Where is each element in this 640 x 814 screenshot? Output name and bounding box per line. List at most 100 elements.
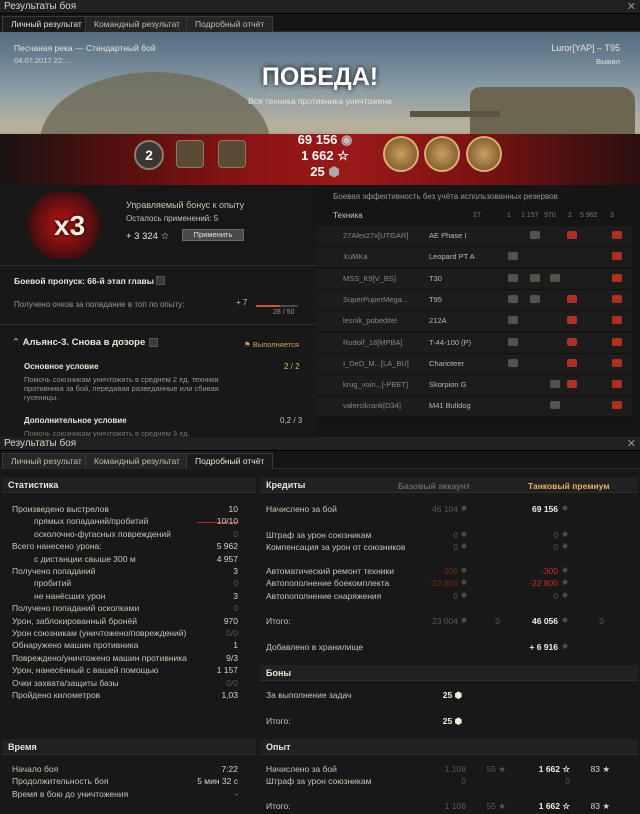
team-row: krug_voin...[-PBET] Skorpion G bbox=[317, 375, 632, 397]
credit-icon: ◉ bbox=[460, 592, 467, 599]
team-header: Боевая эффективность без учёта использов… bbox=[333, 192, 558, 201]
close-icon[interactable]: ✕ bbox=[627, 0, 636, 13]
credit-label: Штраф за урон союзникам bbox=[266, 530, 372, 540]
bonus-xp: + 3 324 ☆ bbox=[126, 231, 170, 242]
mission-title: ⌃ Альянс-3. Снова в дозоре bbox=[12, 337, 146, 348]
credit-label: Автопополнение снаряжения bbox=[266, 591, 382, 601]
stat-value: 1,03 bbox=[221, 690, 238, 700]
effect-icon[interactable] bbox=[612, 358, 622, 367]
effect-icon[interactable] bbox=[612, 337, 622, 346]
credit-icon: ◉ bbox=[460, 567, 467, 574]
effect-icon[interactable] bbox=[612, 380, 622, 389]
effect-icon[interactable] bbox=[612, 401, 622, 410]
credit-icon: ◉ bbox=[561, 567, 568, 574]
stat-label: Всего нанесено урона: bbox=[12, 541, 102, 552]
achievement-icon[interactable] bbox=[176, 140, 204, 168]
window-title: Результаты боя bbox=[4, 438, 77, 449]
apply-bonus-button[interactable]: Применить bbox=[182, 229, 244, 241]
col-header: 1 bbox=[507, 212, 511, 219]
effect-icon[interactable] bbox=[550, 401, 560, 410]
chevron-right-icon[interactable] bbox=[156, 276, 165, 285]
effect-icon[interactable] bbox=[508, 316, 518, 325]
map-name: Песчаная река — Стандартный бой bbox=[14, 43, 156, 53]
effect-icon[interactable] bbox=[530, 294, 540, 303]
medal-icon[interactable] bbox=[424, 136, 460, 172]
stat-value: 10 bbox=[228, 504, 238, 514]
exp-premium-free: 83 ★ bbox=[590, 801, 610, 811]
effect-icon[interactable] bbox=[567, 294, 577, 303]
stat-value: 9/3 bbox=[226, 652, 238, 663]
player-name: MSS_K9[V_BS] bbox=[343, 273, 396, 283]
col-header: 2 bbox=[568, 212, 572, 219]
tab-detailed[interactable]: Подробный отчёт bbox=[186, 453, 274, 469]
effect-icon[interactable] bbox=[508, 337, 518, 346]
close-icon[interactable]: ✕ bbox=[627, 437, 636, 450]
effect-icon[interactable] bbox=[530, 231, 540, 239]
bonds-base: 0 bbox=[495, 616, 500, 626]
time-label: Начало боя bbox=[12, 764, 59, 774]
tab-team[interactable]: Командный результат bbox=[85, 453, 189, 469]
bonds-label: Итого: bbox=[266, 716, 291, 726]
effect-icon[interactable] bbox=[567, 380, 577, 389]
tab-bar: Личный результат Командный результат Под… bbox=[0, 15, 640, 32]
credit-premium: -22 800 bbox=[529, 578, 558, 588]
tab-personal[interactable]: Личный результат bbox=[2, 453, 91, 469]
medal-icon[interactable] bbox=[383, 136, 419, 172]
stat-label: с дистанции свыше 300 м bbox=[34, 553, 136, 564]
player-name: 27Alex27x[UTGAR] bbox=[343, 231, 409, 240]
stat-label: Пройдено километров bbox=[12, 690, 101, 700]
credit-icon: ◉ bbox=[561, 543, 568, 550]
effect-icon[interactable] bbox=[550, 273, 560, 282]
vehicle-name: T-44-100 (P) bbox=[429, 337, 472, 347]
col-header: 970 bbox=[544, 212, 556, 219]
effect-icon[interactable] bbox=[567, 358, 577, 367]
effect-icon[interactable] bbox=[612, 316, 622, 325]
tab-detailed[interactable]: Подробный отчёт bbox=[186, 16, 274, 32]
medal-icon[interactable] bbox=[466, 136, 502, 172]
credit-premium: 0 bbox=[553, 530, 558, 540]
bonds-section-header: Боны bbox=[260, 665, 638, 681]
victory-subtitle: Вся техника противника уничтожена bbox=[248, 96, 392, 106]
exp-premium-free: 83 ★ bbox=[590, 764, 610, 774]
effect-icon[interactable] bbox=[567, 231, 577, 239]
credit-icon: ◉ bbox=[561, 531, 568, 538]
stat-value: 0/0 bbox=[226, 677, 238, 688]
effect-icon[interactable] bbox=[530, 273, 540, 282]
effect-icon[interactable] bbox=[612, 252, 622, 261]
add-condition-title: Дополнительное условие bbox=[24, 416, 127, 425]
tab-team[interactable]: Командный результат bbox=[85, 16, 189, 32]
chevron-right-icon[interactable] bbox=[149, 338, 158, 347]
achievement-icon[interactable] bbox=[218, 140, 246, 168]
credit-label: Автопополнение боекомплекта bbox=[266, 578, 390, 588]
vehicle-name: Skorpion G bbox=[429, 380, 467, 390]
exp-base: 0 bbox=[461, 776, 466, 786]
exp-section-header: Опыт bbox=[260, 739, 638, 755]
effect-icon[interactable] bbox=[612, 273, 622, 282]
tab-personal[interactable]: Личный результат bbox=[2, 16, 91, 32]
effect-icon[interactable] bbox=[567, 337, 577, 346]
effect-icon[interactable] bbox=[508, 252, 518, 261]
credit-icon: ◉ bbox=[460, 531, 467, 538]
col-header: 5 962 bbox=[580, 212, 598, 219]
effect-icon[interactable] bbox=[508, 273, 518, 282]
stat-label: пробитий bbox=[34, 578, 72, 589]
window-titlebar[interactable]: Результаты боя ✕ bbox=[0, 0, 640, 14]
battlepass-progress-text: 28 / 50 bbox=[273, 309, 295, 316]
effect-icon[interactable] bbox=[508, 294, 518, 303]
stat-value: 3 bbox=[233, 590, 238, 601]
window-titlebar[interactable]: Результаты боя ✕ bbox=[0, 437, 640, 451]
exp-base: 1 108 bbox=[444, 764, 466, 774]
effect-icon[interactable] bbox=[550, 380, 560, 389]
credit-base: -300 bbox=[440, 566, 458, 576]
stat-value: 3 bbox=[233, 566, 238, 576]
time-value: - bbox=[235, 788, 238, 799]
stat-label: Получено попаданий bbox=[12, 566, 96, 576]
effect-icon[interactable] bbox=[612, 294, 622, 303]
mastery-rank-icon: 2 bbox=[134, 140, 164, 170]
team-row: XuMKa Leopard PT A bbox=[317, 247, 632, 269]
effect-icon[interactable] bbox=[567, 316, 577, 325]
stat-value: 0 bbox=[233, 603, 238, 614]
credit-base: 23 004 bbox=[432, 616, 458, 626]
effect-icon[interactable] bbox=[612, 231, 622, 239]
effect-icon[interactable] bbox=[508, 358, 518, 367]
